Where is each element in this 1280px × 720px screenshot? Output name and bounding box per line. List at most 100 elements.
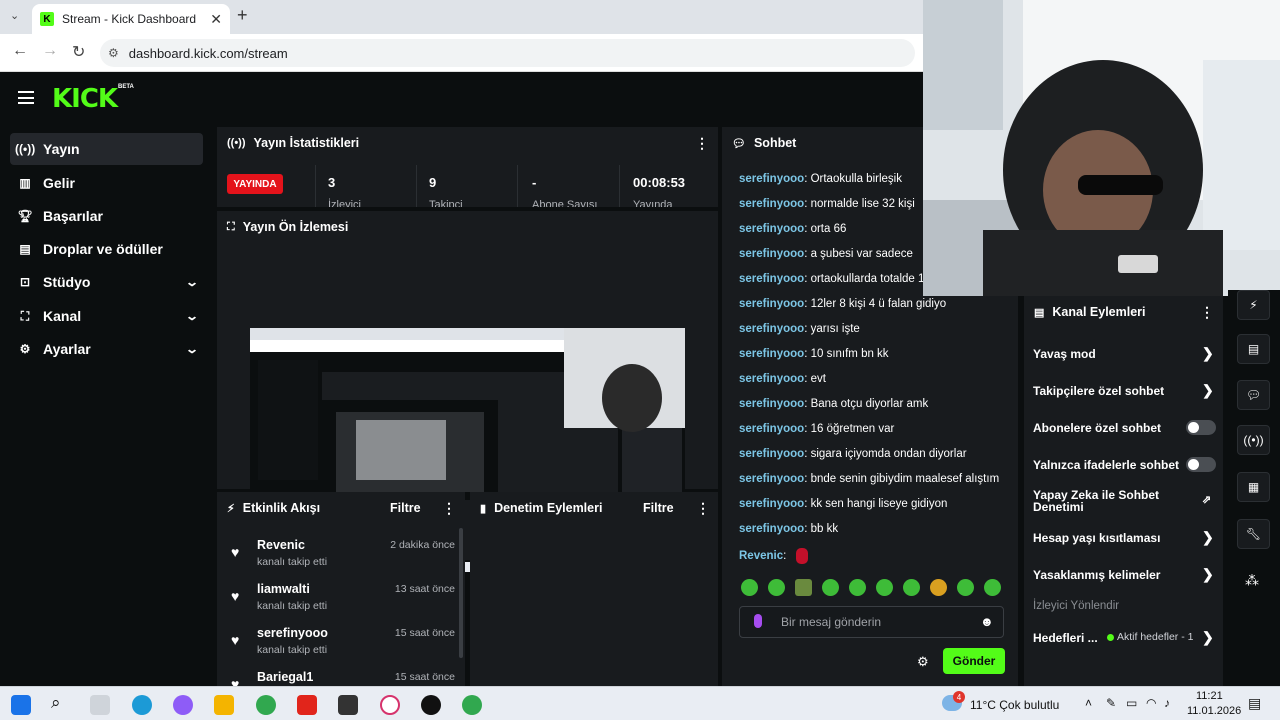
emote-icon[interactable] <box>903 579 920 596</box>
kick-logo[interactable]: KICK <box>52 84 118 114</box>
chevron-right-icon[interactable]: ❯ <box>1202 529 1214 546</box>
external-link-icon[interactable]: ⇗ <box>1202 493 1211 506</box>
opera-icon[interactable] <box>380 695 400 715</box>
ai-moderation-item[interactable]: Yapay Zeka ile Sohbet Denetimi <box>1033 489 1183 513</box>
emote-icon[interactable] <box>984 579 1001 596</box>
search-icon[interactable]: ⌕ <box>51 693 61 713</box>
browser-tab[interactable]: K Stream - Kick Dashboard ✕ <box>32 4 230 34</box>
document-icon[interactable]: ▤ <box>1237 334 1270 364</box>
emote-icon[interactable] <box>768 579 785 596</box>
panels-icon[interactable]: ▦ <box>1237 472 1270 502</box>
url-input[interactable]: ⚙ dashboard.kick.com/stream <box>100 39 915 67</box>
chat-input[interactable]: Bir mesaj gönderin ☻ <box>739 606 1004 638</box>
scrollbar[interactable] <box>459 528 463 658</box>
emote-icon[interactable] <box>957 579 974 596</box>
battery-icon[interactable]: ▭ <box>1126 696 1137 710</box>
chat-username[interactable]: serefinyooo <box>739 398 804 410</box>
chevron-right-icon[interactable]: ❯ <box>1202 629 1214 646</box>
volume-icon[interactable]: ♪ <box>1164 696 1170 710</box>
chat-username[interactable]: serefinyooo <box>739 198 804 210</box>
emoji-icon[interactable]: ☻ <box>980 614 994 629</box>
send-button[interactable]: Gönder <box>943 648 1005 674</box>
chevron-right-icon[interactable]: ❯ <box>1202 345 1214 362</box>
copilot-icon[interactable] <box>173 695 193 715</box>
account-age-item[interactable]: Hesap yaşı kısıtlaması <box>1033 531 1216 545</box>
chevron-down-icon[interactable]: ⌄ <box>185 309 199 323</box>
banned-words-item[interactable]: Yasaklanmış kelimeler <box>1033 568 1216 582</box>
share-icon[interactable]: ⁂ <box>1245 572 1259 589</box>
emote-only-toggle[interactable] <box>1186 457 1216 472</box>
lightning-icon[interactable]: ⚡︎ <box>1237 290 1270 320</box>
forward-icon[interactable]: → <box>42 42 58 60</box>
new-tab-button[interactable]: + <box>237 5 248 26</box>
slow-mode-item[interactable]: Yavaş mod <box>1033 347 1216 361</box>
edge-icon[interactable] <box>132 695 152 715</box>
menu-icon[interactable] <box>18 91 34 104</box>
tab-close-icon[interactable]: ✕ <box>210 11 222 28</box>
emote-icon[interactable] <box>795 579 812 596</box>
chrome-icon[interactable] <box>256 695 276 715</box>
chat-username[interactable]: serefinyooo <box>739 173 804 185</box>
chat-username[interactable]: serefinyooo <box>739 373 804 385</box>
chat-icon[interactable]: 💬︎ <box>1237 380 1270 410</box>
chat-settings-icon[interactable]: ⚙ <box>917 654 929 670</box>
app-icon[interactable] <box>338 695 358 715</box>
wifi-icon[interactable]: ◠ <box>1146 696 1156 710</box>
chat-username[interactable]: serefinyooo <box>739 273 804 285</box>
pen-icon[interactable]: ✎ <box>1106 696 1116 710</box>
emote-icon[interactable] <box>741 579 758 596</box>
sidebar-item-basarilar[interactable]: 🏆︎ Başarılar <box>10 200 203 232</box>
chat-username[interactable]: serefinyooo <box>739 473 804 485</box>
tab-search-icon[interactable]: ⌄ <box>10 9 19 22</box>
chat-username[interactable]: serefinyooo <box>739 223 804 235</box>
sidebar-item-ayarlar[interactable]: ⚙ Ayarlar ⌄ <box>10 333 203 365</box>
broadcast-icon[interactable]: ((•)) <box>1237 425 1270 455</box>
filter-button[interactable]: Filtre <box>390 501 421 515</box>
sidebar-item-kanal[interactable]: ⛶ Kanal ⌄ <box>10 300 203 332</box>
chrome-icon[interactable] <box>462 695 482 715</box>
chat-username[interactable]: serefinyooo <box>739 498 804 510</box>
start-icon[interactable] <box>11 695 31 715</box>
chat-username[interactable]: serefinyooo <box>739 448 804 460</box>
task-view-icon[interactable] <box>90 695 110 715</box>
emote-icon[interactable] <box>822 579 839 596</box>
clock-time[interactable]: 11:21 <box>1196 690 1223 702</box>
tray-chevron-icon[interactable]: ˄ <box>1085 696 1092 710</box>
more-icon[interactable]: ⋮ <box>695 135 709 152</box>
activity-item[interactable]: ♥ serefinyooo kanalı takip etti 15 saat … <box>227 620 455 664</box>
chevron-down-icon[interactable]: ⌄ <box>185 275 199 289</box>
more-icon[interactable]: ⋮ <box>442 500 456 517</box>
microphone-icon[interactable] <box>754 614 762 628</box>
chat-username[interactable]: serefinyooo <box>739 523 804 535</box>
sidebar-item-gelir[interactable]: ▥ Gelir <box>10 167 203 199</box>
clock-date[interactable]: 11.01.2026 <box>1187 705 1241 717</box>
more-icon[interactable]: ⋮ <box>1200 304 1214 321</box>
site-info-icon[interactable]: ⚙ <box>108 46 119 60</box>
followers-only-item[interactable]: Takipçilere özel sohbet <box>1033 384 1216 398</box>
more-icon[interactable]: ⋮ <box>696 500 710 517</box>
back-icon[interactable]: ← <box>12 42 28 60</box>
chat-username[interactable]: serefinyooo <box>739 298 804 310</box>
weather-text[interactable]: 11°C Çok bulutlu <box>970 698 1059 712</box>
reload-icon[interactable]: ↻ <box>72 42 85 62</box>
filter-button[interactable]: Filtre <box>643 501 674 515</box>
chevron-right-icon[interactable]: ❯ <box>1202 382 1214 399</box>
sidebar-item-studyo[interactable]: ⊡ Stüdyo ⌄ <box>10 266 203 298</box>
activity-item[interactable]: ♥ Revenic kanalı takip etti 2 dakika önc… <box>227 532 455 576</box>
chat-username[interactable]: serefinyooo <box>739 248 804 260</box>
chevron-right-icon[interactable]: ❯ <box>1202 566 1214 583</box>
sidebar-item-yayin[interactable]: ((•)) Yayın <box>10 133 203 165</box>
activity-item[interactable]: ♥ Bariegal1 15 saat önce <box>227 664 455 686</box>
obs-icon[interactable] <box>421 695 441 715</box>
file-explorer-icon[interactable] <box>214 695 234 715</box>
chat-username[interactable]: serefinyooo <box>739 423 804 435</box>
chat-username[interactable]: serefinyooo <box>739 323 804 335</box>
wrench-icon[interactable]: 🔧︎ <box>1237 519 1270 549</box>
chat-username[interactable]: serefinyooo <box>739 348 804 360</box>
subscribers-only-toggle[interactable] <box>1186 420 1216 435</box>
emote-icon[interactable] <box>876 579 893 596</box>
chat-username[interactable]: Revenic <box>739 550 783 562</box>
emote-icon[interactable] <box>930 579 947 596</box>
sidebar-item-droplar[interactable]: ▤ Droplar ve ödüller <box>10 233 203 265</box>
notifications-icon[interactable]: ▤ <box>1248 695 1261 712</box>
